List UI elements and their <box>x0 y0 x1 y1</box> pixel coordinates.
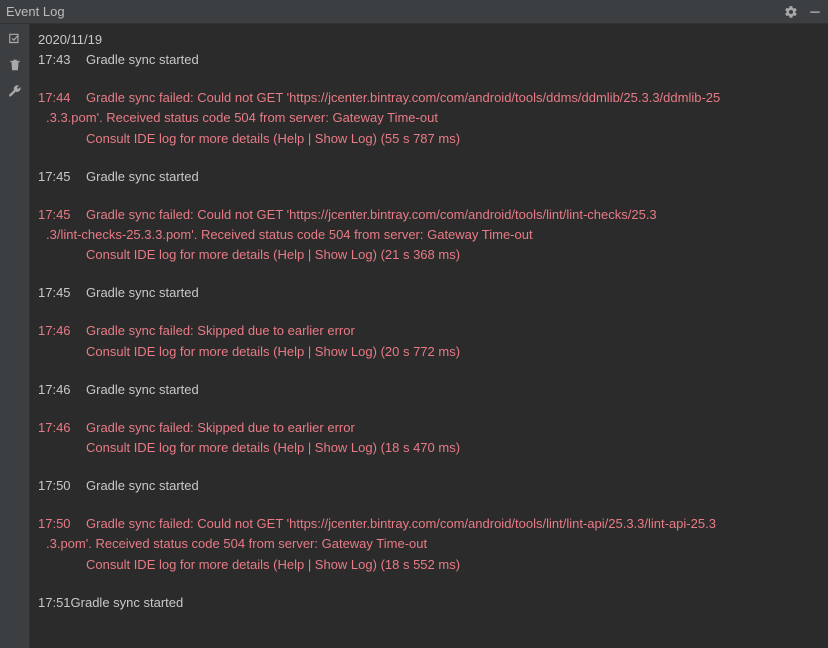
log-time: 17:46 <box>38 321 86 341</box>
log-message: Gradle sync started <box>86 380 820 400</box>
log-message: Gradle sync started <box>86 50 820 70</box>
log-area[interactable]: 2020/11/1917:43Gradle sync started17:44G… <box>30 24 828 648</box>
log-entry: 17:46Gradle sync failed: Skipped due to … <box>38 418 820 458</box>
log-entry: 17:43Gradle sync started <box>38 50 820 70</box>
panel-title: Event Log <box>6 4 784 19</box>
gutter-toolbar <box>0 24 30 648</box>
log-line: .3.pom'. Received status code 504 from s… <box>38 534 820 554</box>
log-time: 17:44 <box>38 88 86 108</box>
log-link-line[interactable]: Consult IDE log for more details (Help |… <box>38 129 820 149</box>
log-entry: 17:46Gradle sync failed: Skipped due to … <box>38 321 820 361</box>
log-date: 2020/11/19 <box>38 30 820 50</box>
titlebar-actions <box>784 5 822 19</box>
log-message: Gradle sync started <box>86 476 820 496</box>
log-message: Gradle sync failed: Could not GET 'https… <box>86 88 820 108</box>
log-link-line[interactable]: Consult IDE log for more details (Help |… <box>38 342 820 362</box>
log-message: Gradle sync failed: Skipped due to earli… <box>86 321 820 341</box>
log-message: Gradle sync started <box>86 167 820 187</box>
log-entry: 17:45Gradle sync started <box>38 167 820 187</box>
log-time: 17:50 <box>38 476 86 496</box>
log-entry: 17:45Gradle sync started <box>38 283 820 303</box>
log-time: 17:50 <box>38 514 86 534</box>
log-message: Gradle sync started <box>86 283 820 303</box>
log-line: 17:51Gradle sync started <box>38 593 820 613</box>
log-entry: 17:50Gradle sync started <box>38 476 820 496</box>
gear-icon[interactable] <box>784 5 798 19</box>
log-line: 17:50Gradle sync started <box>38 476 820 496</box>
log-line: .3.3.pom'. Received status code 504 from… <box>38 108 820 128</box>
content-wrapper: 2020/11/1917:43Gradle sync started17:44G… <box>0 24 828 648</box>
log-line: 17:46Gradle sync failed: Skipped due to … <box>38 321 820 341</box>
trash-icon[interactable] <box>8 58 22 72</box>
log-entry: 17:51Gradle sync started <box>38 593 820 613</box>
log-message: Gradle sync failed: Could not GET 'https… <box>86 205 820 225</box>
log-time: 17:45 <box>38 167 86 187</box>
titlebar: Event Log <box>0 0 828 24</box>
minimize-icon[interactable] <box>808 5 822 19</box>
log-time: 17:43 <box>38 50 86 70</box>
log-link-line[interactable]: Consult IDE log for more details (Help |… <box>38 438 820 458</box>
log-line: 17:46Gradle sync failed: Skipped due to … <box>38 418 820 438</box>
log-line: 17:45Gradle sync started <box>38 283 820 303</box>
log-line: 17:45Gradle sync started <box>38 167 820 187</box>
mark-read-icon[interactable] <box>8 32 22 46</box>
log-time: 17:45 <box>38 205 86 225</box>
log-line: 17:45Gradle sync failed: Could not GET '… <box>38 205 820 225</box>
log-entry: 17:45Gradle sync failed: Could not GET '… <box>38 205 820 265</box>
log-message: Gradle sync failed: Could not GET 'https… <box>86 514 820 534</box>
log-line: 17:43Gradle sync started <box>38 50 820 70</box>
log-time: 17:46 <box>38 418 86 438</box>
log-time: 17:46 <box>38 380 86 400</box>
log-line: 17:46Gradle sync started <box>38 380 820 400</box>
log-time: 17:45 <box>38 283 86 303</box>
log-message: Gradle sync failed: Skipped due to earli… <box>86 418 820 438</box>
wrench-icon[interactable] <box>8 84 22 98</box>
log-entry: 17:50Gradle sync failed: Could not GET '… <box>38 514 820 574</box>
log-line: 17:50Gradle sync failed: Could not GET '… <box>38 514 820 534</box>
log-line: 17:44Gradle sync failed: Could not GET '… <box>38 88 820 108</box>
log-link-line[interactable]: Consult IDE log for more details (Help |… <box>38 245 820 265</box>
log-link-line[interactable]: Consult IDE log for more details (Help |… <box>38 555 820 575</box>
log-line: .3/lint-checks-25.3.3.pom'. Received sta… <box>38 225 820 245</box>
log-entry: 17:46Gradle sync started <box>38 380 820 400</box>
log-entry: 17:44Gradle sync failed: Could not GET '… <box>38 88 820 148</box>
